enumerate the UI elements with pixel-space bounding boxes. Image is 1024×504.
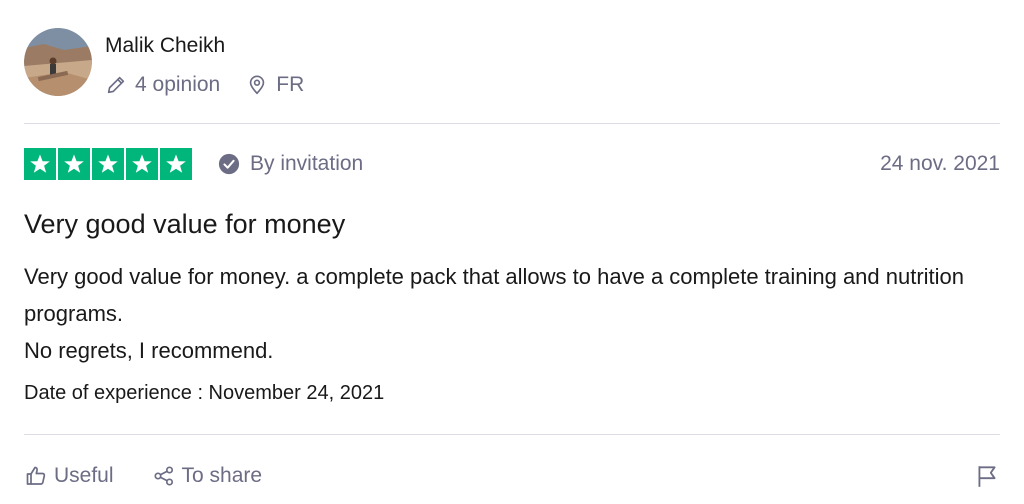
star-rating [24, 148, 192, 180]
star-icon [126, 148, 158, 180]
review-body: Very good value for money. a complete pa… [24, 258, 984, 369]
flag-icon[interactable] [974, 463, 1000, 489]
location-pin-icon [246, 74, 268, 96]
country-label: FR [276, 73, 305, 96]
reviewer-name[interactable]: Malik Cheikh [105, 34, 304, 58]
rating-row: By invitation 24 nov. 2021 [24, 148, 1000, 180]
review-date: 24 nov. 2021 [880, 152, 1000, 175]
verification-badge: By invitation [218, 152, 363, 176]
share-icon [152, 464, 176, 488]
reviewer-header: Malik Cheikh 4 opinion FR [24, 28, 304, 97]
opinion-count-label: 4 opinion [135, 73, 221, 96]
star-icon [24, 148, 56, 180]
verification-label: By invitation [250, 152, 364, 175]
thumbs-up-icon [24, 464, 48, 488]
useful-button[interactable]: Useful [24, 464, 114, 488]
useful-label: Useful [54, 464, 114, 487]
star-icon [92, 148, 124, 180]
review-body-line: No regrets, I recommend. [24, 338, 274, 363]
star-icon [160, 148, 192, 180]
pencil-icon [105, 74, 127, 96]
check-circle-icon [218, 153, 240, 175]
review-card: Malik Cheikh 4 opinion FR By invitation … [0, 0, 1024, 504]
divider [24, 434, 1000, 435]
review-body-line: Very good value for money. a complete pa… [24, 264, 965, 326]
divider [24, 123, 1000, 124]
star-icon [58, 148, 90, 180]
avatar[interactable] [24, 28, 92, 96]
experience-date: Date of experience : November 24, 2021 [24, 382, 385, 404]
opinion-count: 4 opinion [105, 73, 220, 97]
share-label: To share [181, 464, 263, 487]
review-actions: Useful To share [24, 460, 1000, 492]
review-title: Very good value for money [24, 209, 346, 239]
reviewer-meta: 4 opinion FR [105, 73, 304, 97]
reviewer-info: Malik Cheikh 4 opinion FR [105, 28, 304, 97]
reviewer-country: FR [246, 73, 304, 97]
share-button[interactable]: To share [152, 464, 263, 488]
